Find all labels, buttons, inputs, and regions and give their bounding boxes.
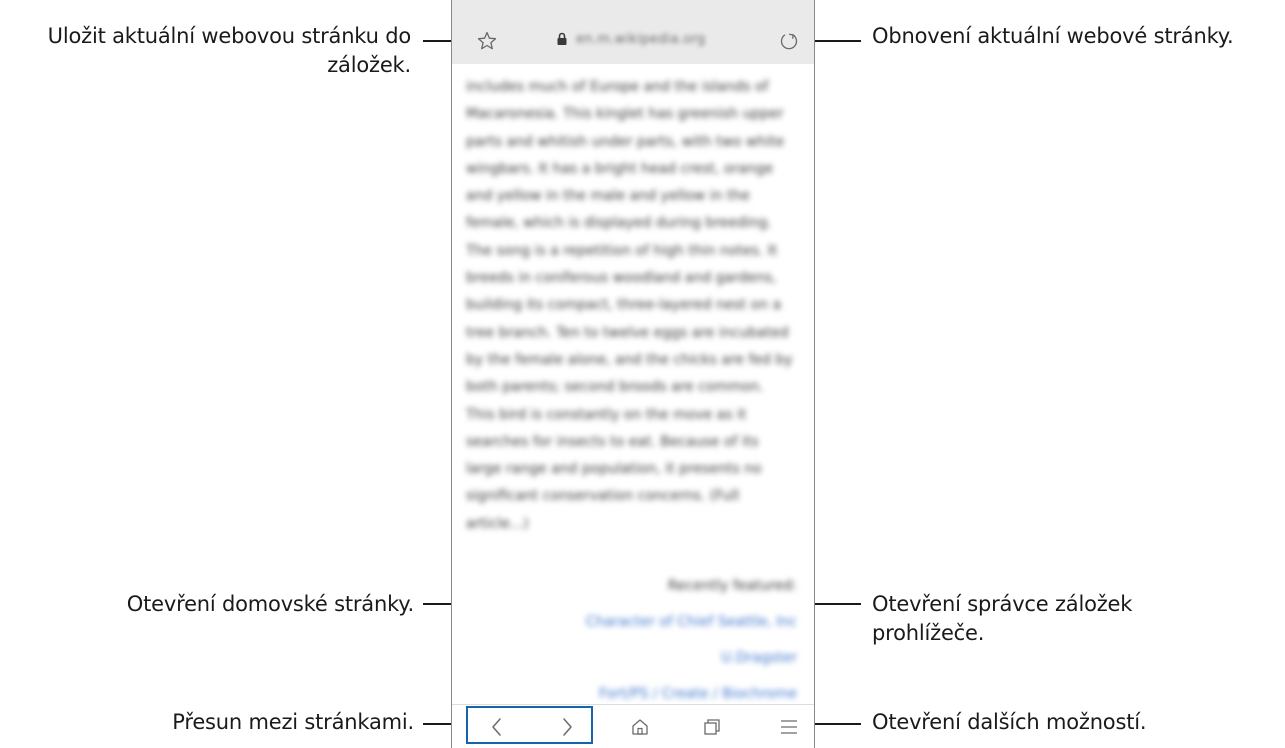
callout-tabs: Otevření správce záložek prohlížeče. [872,592,1133,645]
recent-link[interactable]: Character of Chief Seattle, Inc [532,604,797,640]
recently-featured: Recently featured: Character of Chief Se… [532,568,797,712]
menu-icon[interactable] [779,718,799,736]
callout-more: Otevření dalších možností. [872,710,1147,734]
callout-home: Otevření domovské stránky. [126,592,414,616]
url-text: en.m.wikipedia.org [576,31,706,47]
lock-icon [557,32,567,45]
callout-refresh: Obnovení aktuální webové stránky. [872,24,1234,48]
home-icon[interactable] [630,717,650,737]
browser-screen: en.m.wikipedia.org includes much of Euro… [451,0,815,748]
tabs-icon[interactable] [702,717,722,737]
refresh-icon[interactable] [778,30,800,52]
recent-link[interactable]: U.Dragster [532,640,797,676]
navigation-highlight-box [466,706,593,744]
callout-navigate: Přesun mezi stránkami. [172,710,414,734]
url-field[interactable]: en.m.wikipedia.org [556,29,705,49]
url-bar: en.m.wikipedia.org [452,0,814,64]
recently-featured-heading: Recently featured: [667,578,797,594]
bookmark-star-icon[interactable] [476,30,498,52]
callout-bookmark: Uložit aktuální webovou stránku do zálož… [47,24,412,77]
article-text: includes much of Europe and the islands … [466,79,793,532]
